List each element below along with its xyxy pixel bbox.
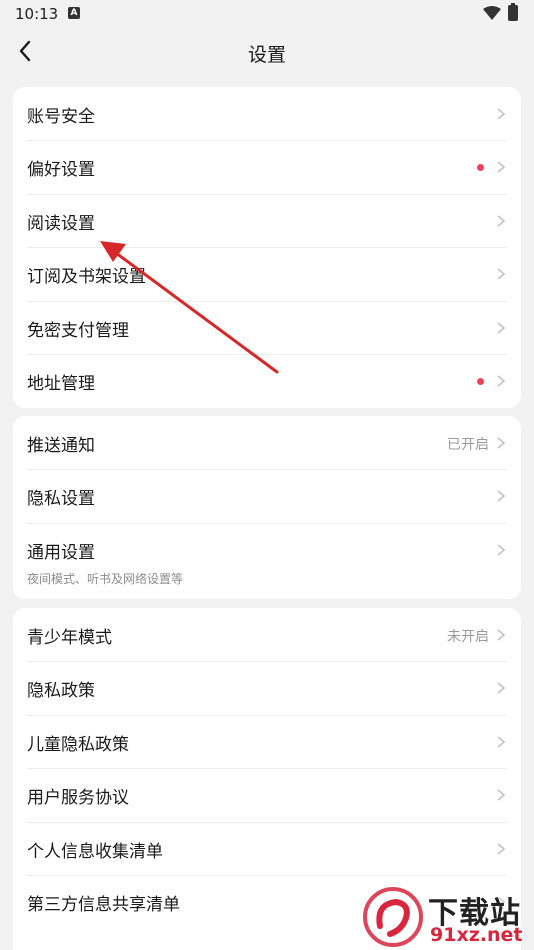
push-status: 已开启 [447, 437, 489, 453]
row-label: 儿童隐私政策 [27, 735, 129, 755]
row-label: 偏好设置 [27, 160, 95, 180]
row-password-free-payment[interactable]: 免密支付管理 [13, 301, 521, 354]
row-sublabel: 夜间模式、听书及网络设置等 [27, 572, 184, 586]
chevron-right-icon [497, 268, 506, 280]
wifi-icon [483, 6, 501, 20]
chevron-right-icon [497, 682, 506, 694]
settings-group-account: 账号安全 偏好设置 阅读设置 订阅及书架设置 免密支付管理 地址管理 [13, 87, 521, 408]
notification-icon: A [68, 7, 80, 19]
row-label: 用户服务协议 [27, 788, 129, 808]
chevron-right-icon [497, 490, 506, 502]
status-time: 10:13 [15, 5, 59, 23]
row-label: 阅读设置 [27, 214, 95, 234]
status-bar: 10:13 A [0, 0, 534, 30]
row-label: 账号安全 [27, 107, 95, 127]
row-label: 订阅及书架设置 [27, 267, 146, 287]
chevron-right-icon [497, 161, 506, 173]
nav-bar: 设置 [0, 30, 534, 74]
row-label: 推送通知 [27, 436, 95, 456]
battery-icon [508, 3, 518, 21]
row-preference-settings[interactable]: 偏好设置 [13, 140, 521, 194]
row-privacy-settings[interactable]: 隐私设置 [13, 469, 521, 523]
red-dot-badge [477, 164, 484, 171]
teen-mode-status: 未开启 [447, 629, 489, 645]
watermark-logo-icon [363, 887, 423, 947]
chevron-right-icon [497, 544, 506, 556]
row-account-security[interactable]: 账号安全 [13, 87, 521, 140]
row-user-service-agreement[interactable]: 用户服务协议 [13, 768, 521, 822]
red-dot-badge [477, 378, 484, 385]
watermark-url: 91xz.net [430, 924, 523, 946]
row-reading-settings[interactable]: 阅读设置 [13, 194, 521, 247]
row-label: 第三方信息共享清单 [27, 895, 180, 915]
settings-group-general: 推送通知 已开启 隐私设置 通用设置 夜间模式、听书及网络设置等 [13, 416, 521, 599]
row-privacy-policy[interactable]: 隐私政策 [13, 661, 521, 715]
row-subscription-bookshelf-settings[interactable]: 订阅及书架设置 [13, 247, 521, 301]
site-watermark: 下载站 91xz.net [360, 884, 534, 950]
chevron-right-icon [497, 215, 506, 227]
chevron-right-icon [497, 629, 506, 641]
row-label: 隐私政策 [27, 681, 95, 701]
row-personal-info-list[interactable]: 个人信息收集清单 [13, 822, 521, 875]
row-general-settings[interactable]: 通用设置 夜间模式、听书及网络设置等 [13, 523, 521, 599]
row-address-management[interactable]: 地址管理 [13, 354, 521, 408]
chevron-right-icon [497, 108, 506, 120]
chevron-right-icon [497, 843, 506, 855]
row-teen-mode[interactable]: 青少年模式 未开启 [13, 608, 521, 661]
row-label: 青少年模式 [27, 628, 112, 648]
chevron-right-icon [497, 437, 506, 449]
row-label: 隐私设置 [27, 489, 95, 509]
chevron-right-icon [497, 789, 506, 801]
chevron-right-icon [497, 375, 506, 387]
row-label: 地址管理 [27, 374, 95, 394]
row-label: 通用设置 [27, 543, 95, 563]
page-title: 设置 [247, 44, 286, 66]
chevron-right-icon [497, 736, 506, 748]
row-label: 免密支付管理 [27, 321, 129, 341]
chevron-right-icon [497, 322, 506, 334]
row-push-notifications[interactable]: 推送通知 已开启 [13, 416, 521, 469]
row-child-privacy-policy[interactable]: 儿童隐私政策 [13, 715, 521, 768]
row-label: 个人信息收集清单 [27, 842, 163, 862]
